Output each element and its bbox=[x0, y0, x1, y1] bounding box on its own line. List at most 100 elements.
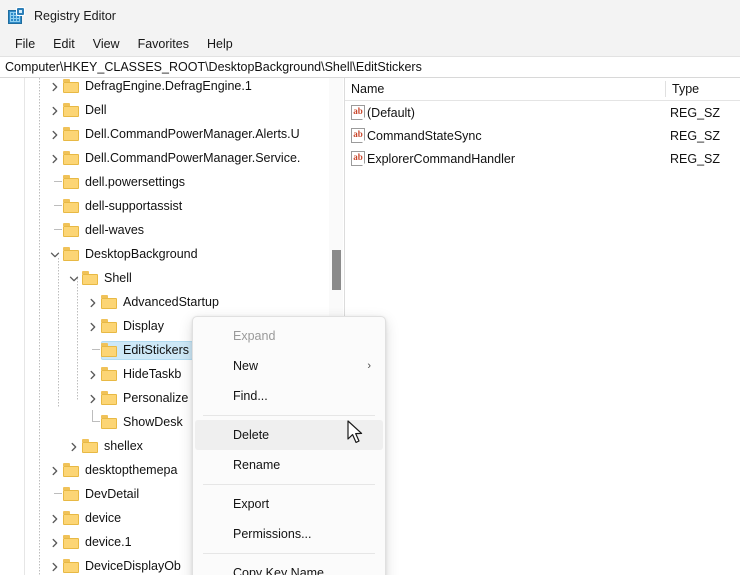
folder-icon bbox=[63, 223, 80, 237]
tree-item-label: ShowDesk bbox=[123, 415, 183, 429]
string-value-icon: ab bbox=[351, 151, 366, 167]
chevron-right-icon[interactable] bbox=[47, 530, 63, 554]
context-menu-item-rename[interactable]: Rename bbox=[193, 450, 385, 480]
folder-icon bbox=[63, 487, 80, 501]
value-row[interactable]: ab (Default) REG_SZ bbox=[345, 101, 740, 124]
chevron-right-icon[interactable] bbox=[47, 122, 63, 146]
context-menu-item-label: New bbox=[233, 359, 259, 373]
folder-icon bbox=[63, 247, 80, 261]
folder-icon bbox=[63, 535, 80, 549]
chevron-right-icon: › bbox=[367, 360, 371, 372]
chevron-right-icon[interactable] bbox=[47, 458, 63, 482]
chevron-right-icon[interactable] bbox=[66, 434, 82, 458]
tree-item[interactable]: Dell bbox=[0, 98, 344, 122]
tree-connector bbox=[47, 194, 63, 218]
menu-bar: File Edit View Favorites Help bbox=[0, 32, 740, 56]
value-row[interactable]: ab ExplorerCommandHandler REG_SZ bbox=[345, 147, 740, 170]
window-title: Registry Editor bbox=[34, 9, 116, 23]
values-list: ab (Default) REG_SZ ab CommandStateSync REG_S… bbox=[345, 101, 740, 170]
tree-item-label: DeviceDisplayOb bbox=[85, 559, 181, 573]
menu-separator bbox=[203, 553, 375, 554]
menu-file[interactable]: File bbox=[6, 35, 44, 53]
address-path: Computer\HKEY_CLASSES_ROOT\DesktopBackgr… bbox=[5, 60, 422, 74]
tree-item-label: Display bbox=[123, 319, 164, 333]
tree-item[interactable]: Dell.CommandPowerManager.Service. bbox=[0, 146, 344, 170]
tree-item[interactable]: dell-supportassist bbox=[0, 194, 344, 218]
chevron-right-icon[interactable] bbox=[85, 362, 101, 386]
value-name: CommandStateSync bbox=[367, 128, 482, 143]
menu-favorites[interactable]: Favorites bbox=[129, 35, 198, 53]
context-menu-item-find[interactable]: Find... bbox=[193, 381, 385, 411]
tree-item-label: dell-waves bbox=[85, 223, 145, 237]
chevron-right-icon[interactable] bbox=[85, 290, 101, 314]
chevron-right-icon[interactable] bbox=[47, 78, 63, 98]
tree-item-label: Dell.CommandPowerManager.Alerts.U bbox=[85, 127, 300, 141]
chevron-right-icon[interactable] bbox=[85, 386, 101, 410]
tree-connector bbox=[47, 170, 63, 194]
tree-item-label: device.1 bbox=[85, 535, 132, 549]
context-menu-item-label: Export bbox=[233, 497, 270, 511]
registry-values-pane[interactable]: Name Type ab (Default) REG_SZ ab CommandStat… bbox=[345, 78, 740, 575]
column-header-type[interactable]: Type bbox=[672, 78, 699, 100]
context-menu[interactable]: Expand New › Find... Delete Rename Export Permi… bbox=[192, 316, 386, 575]
tree-item[interactable]: Shell bbox=[0, 266, 344, 290]
column-header-name[interactable]: Name bbox=[351, 78, 384, 100]
tree-connector bbox=[85, 338, 101, 362]
value-row[interactable]: ab CommandStateSync REG_SZ bbox=[345, 124, 740, 147]
menu-help[interactable]: Help bbox=[198, 35, 242, 53]
folder-icon bbox=[101, 319, 118, 333]
chevron-right-icon[interactable] bbox=[47, 554, 63, 575]
chevron-right-icon[interactable] bbox=[47, 146, 63, 170]
menu-separator bbox=[203, 415, 375, 416]
folder-icon bbox=[101, 343, 118, 357]
tree-item[interactable]: DesktopBackground bbox=[0, 242, 344, 266]
context-menu-item-delete[interactable]: Delete bbox=[195, 420, 383, 450]
folder-icon bbox=[101, 415, 118, 429]
column-divider[interactable] bbox=[665, 81, 666, 97]
folder-icon bbox=[63, 199, 80, 213]
menu-view[interactable]: View bbox=[84, 35, 129, 53]
value-name: (Default) bbox=[367, 105, 415, 120]
menu-edit[interactable]: Edit bbox=[44, 35, 84, 53]
registry-editor-window: Registry Editor File Edit View Favorites… bbox=[0, 0, 740, 575]
context-menu-item-permissions[interactable]: Permissions... bbox=[193, 519, 385, 549]
folder-icon bbox=[63, 559, 80, 573]
tree-scrollbar-thumb[interactable] bbox=[332, 250, 341, 290]
tree-item-label: Shell bbox=[104, 271, 132, 285]
folder-icon bbox=[63, 175, 80, 189]
context-menu-item-export[interactable]: Export bbox=[193, 489, 385, 519]
tree-item[interactable]: DefragEngine.DefragEngine.1 bbox=[0, 78, 344, 98]
tree-item[interactable]: dell-waves bbox=[0, 218, 344, 242]
tree-item-label: EditStickers bbox=[123, 343, 189, 357]
context-menu-item-label: Delete bbox=[233, 428, 270, 442]
registry-editor-icon bbox=[6, 6, 26, 26]
context-menu-item-new[interactable]: New › bbox=[193, 351, 385, 381]
context-menu-item-label: Copy Key Name bbox=[233, 566, 325, 575]
values-column-headers: Name Type bbox=[345, 78, 740, 101]
chevron-right-icon[interactable] bbox=[85, 314, 101, 338]
tree-item-label: Dell bbox=[85, 103, 107, 117]
tree-item[interactable]: AdvancedStartup bbox=[0, 290, 344, 314]
folder-icon bbox=[63, 103, 80, 117]
tree-item[interactable]: Dell.CommandPowerManager.Alerts.U bbox=[0, 122, 344, 146]
tree-item-label: DefragEngine.DefragEngine.1 bbox=[85, 79, 252, 93]
tree-item-label: shellex bbox=[104, 439, 143, 453]
folder-icon bbox=[82, 439, 99, 453]
folder-icon bbox=[63, 151, 80, 165]
tree-connector bbox=[47, 218, 63, 242]
chevron-right-icon[interactable] bbox=[47, 506, 63, 530]
context-menu-item-copy-key-name[interactable]: Copy Key Name bbox=[193, 558, 385, 575]
chevron-down-icon[interactable] bbox=[47, 242, 63, 266]
folder-icon bbox=[101, 367, 118, 381]
tree-item-label: device bbox=[85, 511, 122, 525]
chevron-right-icon[interactable] bbox=[47, 98, 63, 122]
tree-item[interactable]: dell.powersettings bbox=[0, 170, 344, 194]
folder-icon bbox=[101, 391, 118, 405]
string-value-icon: ab bbox=[351, 128, 366, 144]
chevron-down-icon[interactable] bbox=[66, 266, 82, 290]
address-bar[interactable]: Computer\HKEY_CLASSES_ROOT\DesktopBackgr… bbox=[0, 56, 740, 78]
tree-item-label: dell.powersettings bbox=[85, 175, 186, 189]
context-menu-item-label: Expand bbox=[233, 329, 276, 343]
tree-connector bbox=[85, 410, 101, 434]
title-bar: Registry Editor bbox=[0, 0, 740, 32]
